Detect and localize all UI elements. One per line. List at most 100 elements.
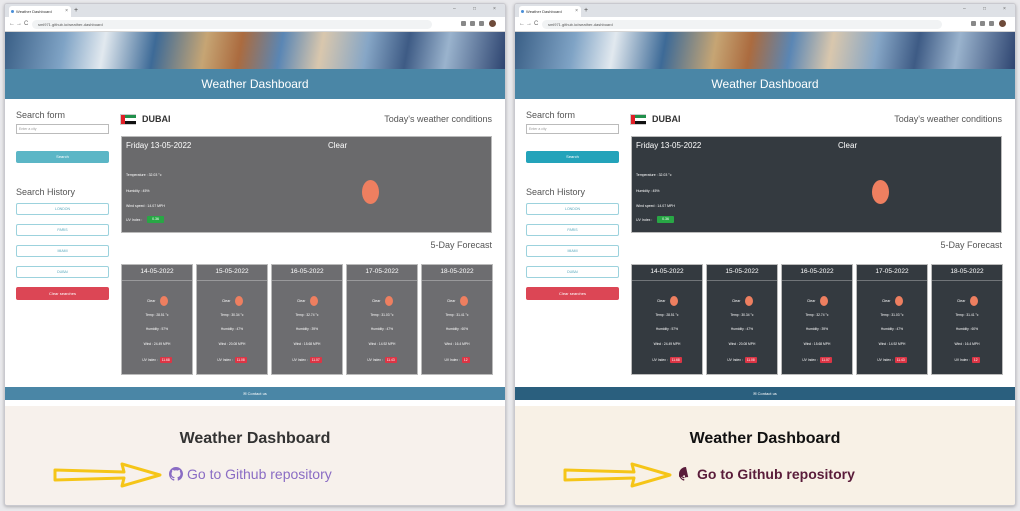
search-button[interactable]: Search: [16, 151, 109, 163]
github-repo-link[interactable]: Go to Github repository: [679, 465, 855, 483]
uv-badge: 11.68: [669, 357, 682, 363]
uv-badge: 11.08: [744, 357, 757, 363]
forward-icon[interactable]: →: [16, 20, 22, 28]
city-name: DUBAI: [652, 114, 681, 124]
favicon-icon: [521, 10, 524, 13]
new-tab-button[interactable]: +: [584, 7, 588, 15]
close-tab-icon[interactable]: ×: [65, 6, 68, 17]
forecast-uv-label: UV Index :: [292, 358, 308, 362]
extension-icon[interactable]: [479, 21, 484, 26]
maximize-button[interactable]: □: [473, 6, 476, 12]
profile-avatar[interactable]: [999, 20, 1006, 27]
arrow-right-icon: [563, 462, 672, 488]
clear-searches-button[interactable]: Clear searches: [16, 287, 109, 300]
forecast-description: Clear: [957, 299, 966, 303]
current-weather-card: Friday 13-05-2022 Clear Temperature : 32…: [121, 136, 492, 233]
address-bar[interactable]: sml971.github.io/weather-dashboard: [32, 20, 432, 29]
contact-footer[interactable]: ✉ Contact us: [5, 387, 505, 400]
browser-tab[interactable]: Weather Dashboard ×: [9, 6, 71, 17]
sun-icon: [385, 296, 393, 306]
uv-badge: 11.07: [309, 357, 322, 363]
forecast-date: 18-05-2022: [440, 268, 474, 275]
forecast-row: 14-05-2022 Clear Temp : 28.51 °c Humidit…: [121, 264, 493, 375]
extension-icon[interactable]: [461, 21, 466, 26]
close-window-button[interactable]: ×: [1003, 6, 1006, 12]
forecast-description: Clear: [372, 299, 381, 303]
forecast-description: Clear: [297, 299, 306, 303]
github-repo-link[interactable]: Go to Github repository: [169, 465, 332, 483]
forecast-uv: UV Index :11.07: [272, 357, 342, 363]
city-header: DUBAI Today's weather conditions: [120, 113, 492, 125]
sun-icon: [820, 296, 828, 306]
forecast-card: 17-05-2022 Clear Temp : 31.03 °c Humidit…: [856, 264, 928, 375]
extension-icon[interactable]: [989, 21, 994, 26]
current-description: Clear: [328, 141, 348, 150]
sun-icon: [362, 180, 379, 204]
search-button[interactable]: Search: [526, 151, 619, 163]
forecast-description: Clear: [807, 299, 816, 303]
back-icon[interactable]: ←: [519, 20, 525, 28]
sun-icon: [235, 296, 243, 306]
forecast-wind: Wind : 15.68 MPH: [293, 342, 321, 346]
forecast-row: 14-05-2022 Clear Temp : 28.51 °c Humidit…: [631, 264, 1003, 375]
history-item-paris[interactable]: PARIS: [16, 224, 109, 236]
browser-toolbar: ← → C sml971.github.io/weather-dashboard: [515, 17, 1015, 32]
history-item-paris[interactable]: PARIS: [526, 224, 619, 236]
forecast-wind: Wind : 14.92 MPH: [878, 342, 906, 346]
forecast-humidity: Humidity : 39%: [295, 327, 319, 331]
forecast-uv-label: UV Index :: [954, 358, 970, 362]
history-item-london[interactable]: LONDON: [16, 203, 109, 215]
minimize-button[interactable]: –: [453, 6, 456, 12]
forecast-description: Clear: [657, 299, 666, 303]
favicon-icon: [11, 10, 14, 13]
github-icon: [679, 467, 689, 481]
extension-icon[interactable]: [980, 21, 985, 26]
clear-searches-button[interactable]: Clear searches: [526, 287, 619, 300]
current-wind: Wind speed : 14.07 MPH: [636, 204, 675, 208]
uv-badge: 0.36: [657, 216, 674, 223]
city-search-input[interactable]: Enter a city: [526, 124, 619, 134]
forecast-uv-label: UV Index :: [802, 358, 818, 362]
contact-footer[interactable]: ✉ Contact us: [515, 387, 1015, 400]
app-title: Weather Dashboard: [515, 69, 1015, 99]
maximize-button[interactable]: □: [983, 6, 986, 12]
hero-image: [515, 32, 1015, 69]
close-tab-icon[interactable]: ×: [575, 6, 578, 17]
search-history-title: Search History: [16, 187, 76, 197]
forecast-temp: Temp : 31.03 °c: [880, 313, 904, 317]
forecast-card: 14-05-2022 Clear Temp : 28.51 °c Humidit…: [121, 264, 193, 375]
sun-icon: [745, 296, 753, 306]
history-item-miami[interactable]: MIAMI: [16, 245, 109, 257]
caption-title: Weather Dashboard: [689, 430, 841, 447]
city-search-input[interactable]: Enter a city: [16, 124, 109, 134]
app-title: Weather Dashboard: [5, 69, 505, 99]
close-window-button[interactable]: ×: [493, 6, 496, 12]
browser-tab[interactable]: Weather Dashboard ×: [519, 6, 581, 17]
forecast-temp: Temp : 28.51 °c: [145, 313, 169, 317]
forecast-wind: Wind : 24.49 MPH: [653, 342, 681, 346]
extension-icon[interactable]: [971, 21, 976, 26]
reload-icon[interactable]: C: [24, 20, 28, 28]
sun-icon: [460, 296, 468, 306]
history-item-dubai[interactable]: DUBAI: [16, 266, 109, 278]
search-history-list: LONDON PARIS MIAMI DUBAI: [526, 203, 620, 278]
forward-icon[interactable]: →: [526, 20, 532, 28]
caption-title: Weather Dashboard: [179, 430, 331, 447]
forecast-uv-label: UV Index :: [727, 358, 743, 362]
reload-icon[interactable]: C: [534, 20, 538, 28]
history-item-miami[interactable]: MIAMI: [526, 245, 619, 257]
forecast-wind: Wind : 20.08 MPH: [728, 342, 756, 346]
minimize-button[interactable]: –: [963, 6, 966, 12]
extension-icon[interactable]: [470, 21, 475, 26]
forecast-uv: UV Index :11.07: [782, 357, 852, 363]
new-tab-button[interactable]: +: [74, 7, 78, 15]
address-bar[interactable]: sml971.github.io/weather-dashboard: [542, 20, 942, 29]
history-item-dubai[interactable]: DUBAI: [526, 266, 619, 278]
forecast-uv: UV Index :11.68: [632, 357, 702, 363]
back-icon[interactable]: ←: [9, 20, 15, 28]
history-item-london[interactable]: LONDON: [526, 203, 619, 215]
profile-avatar[interactable]: [489, 20, 496, 27]
forecast-wind: Wind : 14.92 MPH: [368, 342, 396, 346]
forecast-humidity: Humidity : 47%: [880, 327, 904, 331]
hero-image: [5, 32, 505, 69]
